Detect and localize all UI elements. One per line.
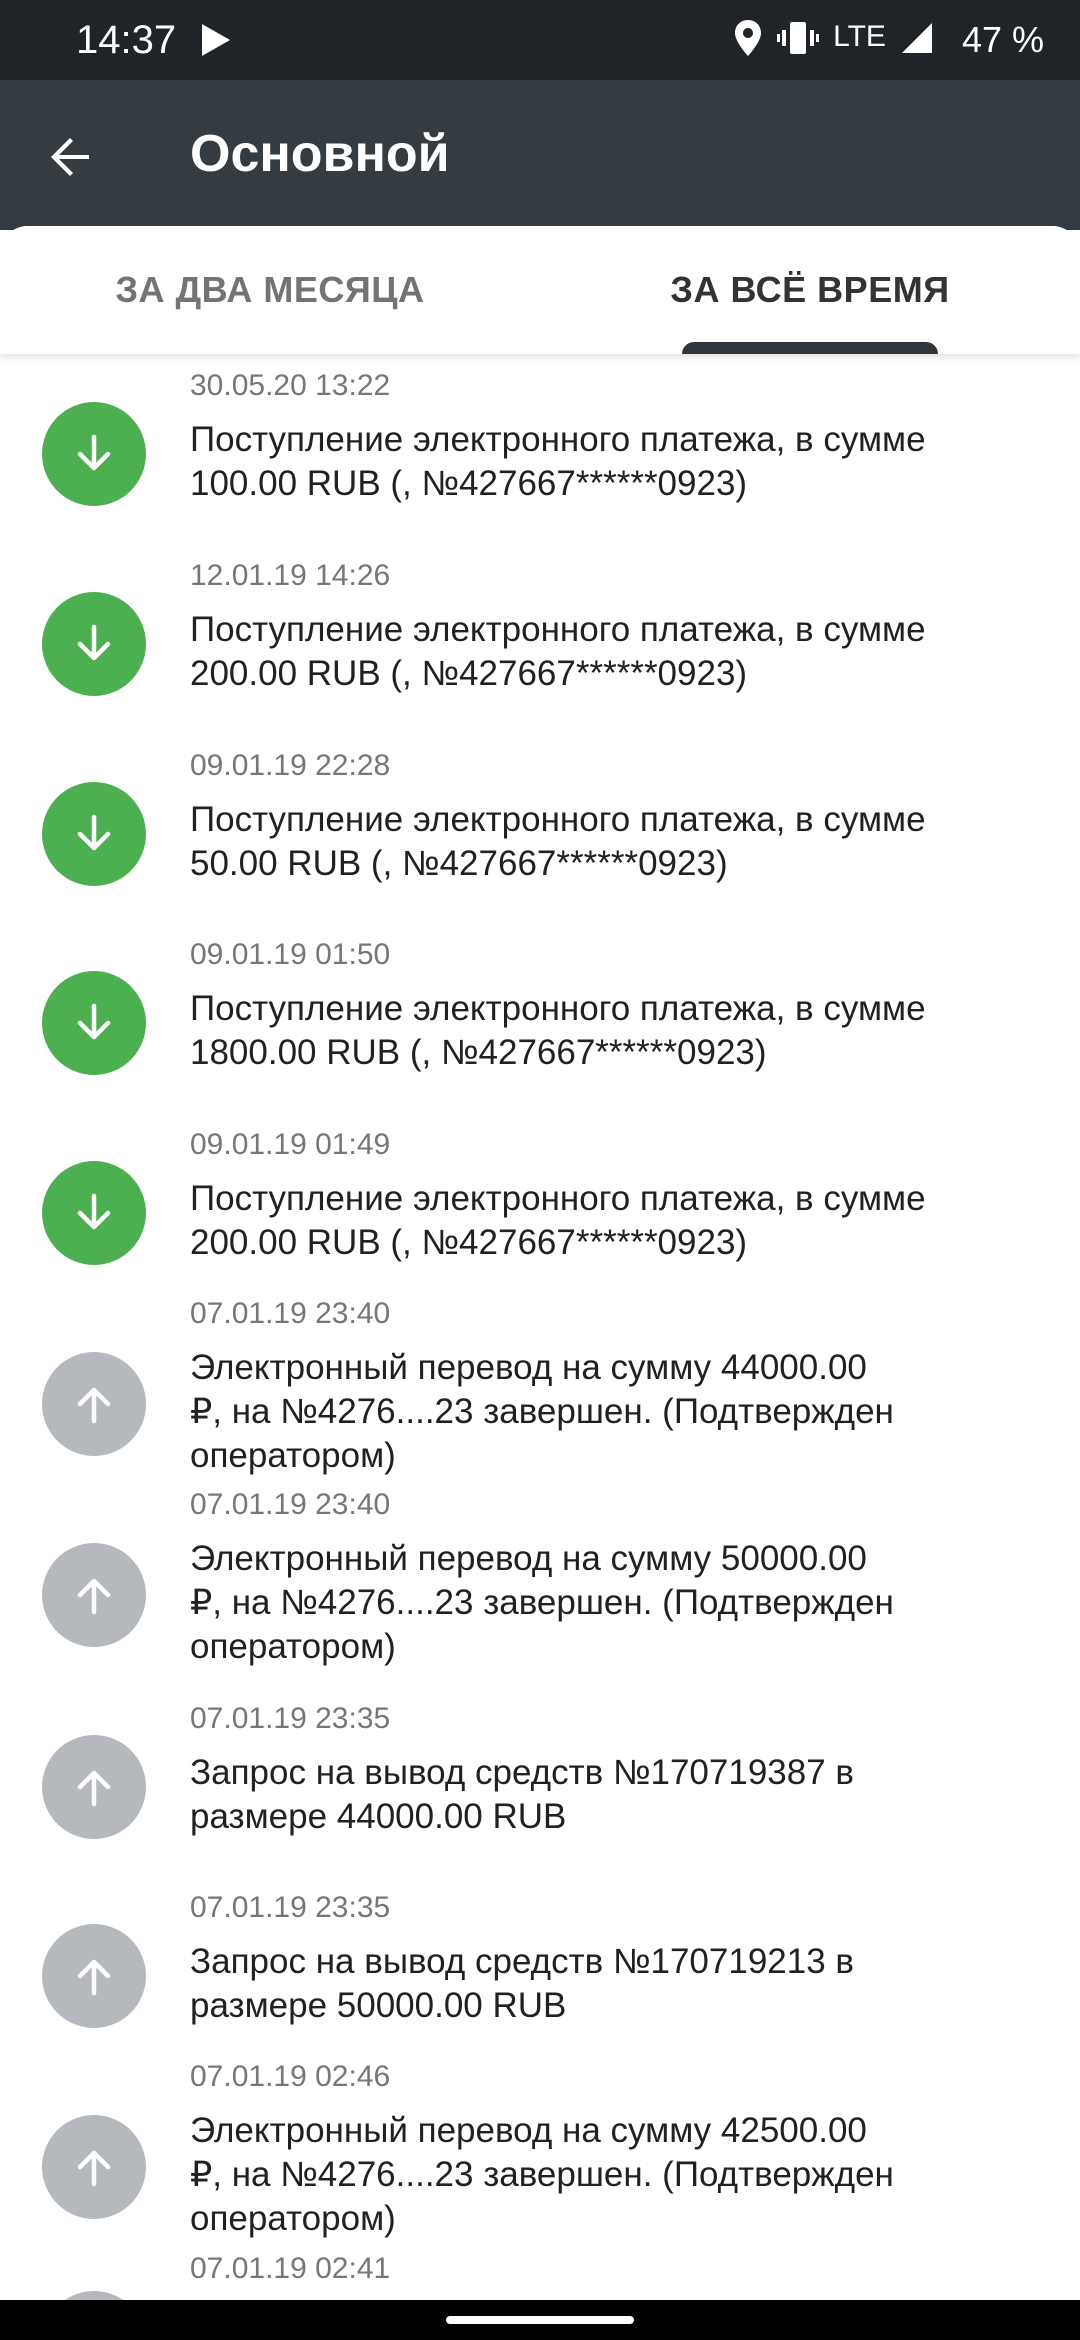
tab-all-time[interactable]: ЗА ВСЁ ВРЕМЯ [540,226,1080,354]
transaction-description: Электронный перевод на сумму 44000.00 ₽,… [190,1348,894,1475]
transaction-item[interactable]: 09.01.19 01:50 Поступление электронного п… [0,937,1080,1137]
signal-icon [900,21,934,60]
transaction-item[interactable]: 09.01.19 22:28 Поступление электронного п… [0,748,1080,948]
transaction-description: Поступление электронного платежа, в сумм… [190,989,926,1072]
transaction-description: Поступление электронного платежа, в сумм… [190,1179,926,1262]
transaction-item[interactable]: 07.01.19 23:40 Электронный перевод на сум… [0,1296,1080,1496]
transaction-item[interactable]: 07.01.19 02:41 [0,2251,1080,2300]
incoming-payment-icon [42,402,146,506]
play-icon [196,20,236,60]
incoming-payment-icon [42,782,146,886]
arrow-down-icon [77,814,111,851]
transaction-list[interactable]: 30.05.20 13:22 Поступление электронного п… [0,354,1080,2300]
tab-indicator [682,342,938,354]
transaction-date: 09.01.19 22:28 [190,749,391,782]
status-time: 14:37 [76,18,177,62]
arrow-down-icon [77,1193,111,1230]
incoming-payment-icon [42,1161,146,1265]
battery-level: 47 % [961,19,1044,60]
outgoing-payment-icon [42,2291,146,2300]
transaction-date: 09.01.19 01:49 [190,1128,391,1161]
tab-two-months[interactable]: ЗА ДВА МЕСЯЦА [0,226,540,354]
tab-bar: ЗА ДВА МЕСЯЦА ЗА ВСЁ ВРЕМЯ [0,226,1080,354]
location-icon [733,18,763,63]
transaction-date: 07.01.19 23:35 [190,1891,391,1924]
transaction-description: Электронный перевод на сумму 50000.00 ₽,… [190,1539,894,1666]
transaction-item[interactable]: 12.01.19 14:26 Поступление электронного п… [0,558,1080,758]
arrow-up-icon [77,1959,111,1996]
back-button[interactable] [34,120,108,194]
outgoing-payment-icon [42,1735,146,1839]
arrow-up-icon [77,1387,111,1424]
arrow-up-icon [77,1578,111,1615]
transaction-date: 12.01.19 14:26 [190,559,391,592]
transaction-description: Электронный перевод на сумму 42500.00 ₽,… [190,2111,894,2238]
page-title: Основной [190,125,450,183]
transaction-description: Поступление электронного платежа, в сумм… [190,420,926,503]
transaction-item[interactable]: 07.01.19 23:35 Запрос на вывод средств №1… [0,1701,1080,1901]
transaction-date: 07.01.19 02:41 [190,2252,391,2285]
outgoing-payment-icon [42,1543,146,1647]
arrow-down-icon [77,624,111,661]
transaction-date: 09.01.19 01:50 [190,938,391,971]
transaction-item[interactable]: 07.01.19 02:46 Электронный перевод на сум… [0,2059,1080,2259]
transaction-description: Запрос на вывод средств №170719213 в раз… [190,1942,855,2025]
vibrate-icon [777,18,820,63]
network-type: LTE [833,20,886,53]
transaction-item[interactable]: 30.05.20 13:22 Поступление электронного п… [0,368,1080,568]
status-bar: 14:37 LTE 47 % [0,0,1080,80]
home-handle[interactable] [446,2316,634,2324]
transaction-description: Поступление электронного платежа, в сумм… [190,800,926,883]
arrow-up-icon [77,2150,111,2187]
arrow-down-icon [77,1003,111,1040]
outgoing-payment-icon [42,1352,146,1456]
outgoing-payment-icon [42,1924,146,2028]
transaction-date: 07.01.19 23:40 [190,1297,391,1330]
transaction-description: Запрос на вывод средств №170719387 в раз… [190,1753,855,1836]
transaction-date: 07.01.19 23:40 [190,1488,391,1521]
navigation-bar [0,2300,1080,2340]
content-sheet: ЗА ДВА МЕСЯЦА ЗА ВСЁ ВРЕМЯ 30.05.20 13:2… [0,226,1080,2300]
outgoing-payment-icon [42,2115,146,2219]
incoming-payment-icon [42,592,146,696]
transaction-date: 30.05.20 13:22 [190,369,391,402]
app-bar: Основной [0,80,1080,230]
arrow-up-icon [77,1770,111,1807]
transaction-date: 07.01.19 23:35 [190,1702,391,1735]
incoming-payment-icon [42,971,146,1075]
arrow-down-icon [77,434,111,471]
transaction-date: 07.01.19 02:46 [190,2060,391,2093]
transaction-item[interactable]: 07.01.19 23:40 Электронный перевод на сум… [0,1487,1080,1687]
transaction-description: Поступление электронного платежа, в сумм… [190,610,926,693]
arrow-back-icon [51,138,89,176]
